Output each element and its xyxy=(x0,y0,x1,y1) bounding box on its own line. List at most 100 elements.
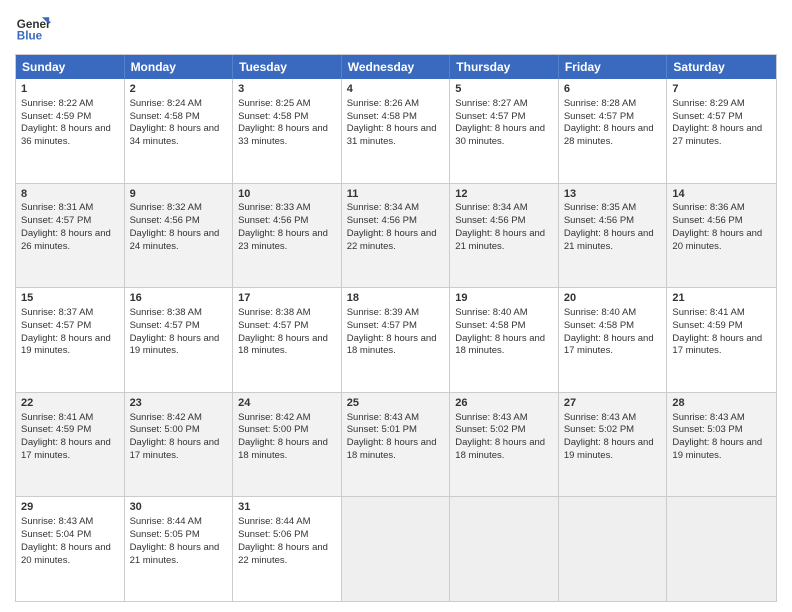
day-number: 22 xyxy=(21,396,119,411)
sunset-text: Sunset: 4:56 PM xyxy=(238,215,308,226)
sunrise-text: Sunrise: 8:32 AM xyxy=(130,202,202,213)
daylight-text: Daylight: 8 hours and 31 minutes. xyxy=(347,123,437,147)
daylight-text: Daylight: 8 hours and 33 minutes. xyxy=(238,123,328,147)
sunset-text: Sunset: 4:57 PM xyxy=(347,320,417,331)
day-number: 11 xyxy=(347,187,445,202)
daylight-text: Daylight: 8 hours and 22 minutes. xyxy=(347,228,437,252)
calendar-cell: 27Sunrise: 8:43 AMSunset: 5:02 PMDayligh… xyxy=(559,393,668,497)
day-number: 25 xyxy=(347,396,445,411)
sunrise-text: Sunrise: 8:34 AM xyxy=(347,202,419,213)
sunrise-text: Sunrise: 8:39 AM xyxy=(347,307,419,318)
day-number: 29 xyxy=(21,500,119,515)
sunset-text: Sunset: 4:56 PM xyxy=(672,215,742,226)
calendar-header: SundayMondayTuesdayWednesdayThursdayFrid… xyxy=(16,55,776,79)
sunrise-text: Sunrise: 8:22 AM xyxy=(21,98,93,109)
page: General Blue SundayMondayTuesdayWednesda… xyxy=(0,0,792,612)
calendar-cell: 8Sunrise: 8:31 AMSunset: 4:57 PMDaylight… xyxy=(16,184,125,288)
sunset-text: Sunset: 4:57 PM xyxy=(238,320,308,331)
calendar-cell: 21Sunrise: 8:41 AMSunset: 4:59 PMDayligh… xyxy=(667,288,776,392)
sunrise-text: Sunrise: 8:40 AM xyxy=(455,307,527,318)
sunset-text: Sunset: 4:57 PM xyxy=(21,215,91,226)
day-number: 23 xyxy=(130,396,228,411)
calendar-cell: 10Sunrise: 8:33 AM Sunset: 4:56 PM Dayligh… xyxy=(233,184,342,288)
sunset-text: Sunset: 4:58 PM xyxy=(564,320,634,331)
daylight-text: Daylight: 8 hours and 18 minutes. xyxy=(455,333,545,357)
calendar-cell: 26Sunrise: 8:43 AMSunset: 5:02 PMDayligh… xyxy=(450,393,559,497)
day-number: 28 xyxy=(672,396,771,411)
sunset-text: Sunset: 4:58 PM xyxy=(130,111,200,122)
day-number: 16 xyxy=(130,291,228,306)
calendar-week-row: 22Sunrise: 8:41 AMSunset: 4:59 PM Dayligh… xyxy=(16,392,776,497)
sunrise-text: Sunrise: 8:41 AM xyxy=(21,412,93,423)
daylight-text: Daylight: 8 hours and 21 minutes. xyxy=(455,228,545,252)
sunrise-text: Sunrise: 8:43 AM xyxy=(347,412,419,423)
day-number: 8 xyxy=(21,187,119,202)
sunset-text: Sunset: 4:56 PM xyxy=(455,215,525,226)
calendar-cell: 17Sunrise: 8:38 AMSunset: 4:57 PMDayligh… xyxy=(233,288,342,392)
daylight-text: Daylight: 8 hours and 17 minutes. xyxy=(672,333,762,357)
sunrise-text: Sunrise: 8:44 AM xyxy=(238,516,310,527)
daylight-text: Daylight: 8 hours and 23 minutes. xyxy=(238,228,328,252)
calendar-cell: 18Sunrise: 8:39 AMSunset: 4:57 PMDayligh… xyxy=(342,288,451,392)
daylight-text: Daylight: 8 hours and 18 minutes. xyxy=(347,437,437,461)
sunrise-text: Sunrise: 8:33 AM xyxy=(238,202,310,213)
sunset-text: Sunset: 5:00 PM xyxy=(130,424,200,435)
sunrise-text: Sunrise: 8:31 AM xyxy=(21,202,93,213)
calendar-week-row: 8Sunrise: 8:31 AM Sunset: 4:57 PM Daylight… xyxy=(16,183,776,288)
calendar-cell: 1Sunrise: 8:22 AMSunset: 4:59 PMDaylight… xyxy=(16,79,125,183)
calendar-cell: 24Sunrise: 8:42 AMSunset: 5:00 PMDayligh… xyxy=(233,393,342,497)
day-number: 27 xyxy=(564,396,662,411)
sunrise-text: Sunrise: 8:25 AM xyxy=(238,98,310,109)
daylight-text: Daylight: 8 hours and 18 minutes. xyxy=(455,437,545,461)
daylight-text: Daylight: 8 hours and 20 minutes. xyxy=(21,542,111,566)
sunset-text: Sunset: 4:56 PM xyxy=(130,215,200,226)
sunrise-text: Sunrise: 8:42 AM xyxy=(238,412,310,423)
sunrise-text: Sunrise: 8:44 AM xyxy=(130,516,202,527)
sunrise-text: Sunrise: 8:38 AM xyxy=(130,307,202,318)
daylight-text: Daylight: 8 hours and 18 minutes. xyxy=(238,333,328,357)
calendar-cell xyxy=(667,497,776,601)
daylight-text: Daylight: 8 hours and 22 minutes. xyxy=(238,542,328,566)
day-number: 10 xyxy=(238,187,336,202)
sunset-text: Sunset: 4:58 PM xyxy=(455,320,525,331)
day-number: 13 xyxy=(564,187,662,202)
day-number: 9 xyxy=(130,187,228,202)
sunset-text: Sunset: 5:02 PM xyxy=(564,424,634,435)
calendar-cell: 13Sunrise: 8:35 AMSunset: 4:56 PMDayligh… xyxy=(559,184,668,288)
day-number: 17 xyxy=(238,291,336,306)
daylight-text: Daylight: 8 hours and 17 minutes. xyxy=(564,333,654,357)
daylight-text: Daylight: 8 hours and 27 minutes. xyxy=(672,123,762,147)
day-of-week-header: Wednesday xyxy=(342,55,451,79)
daylight-text: Daylight: 8 hours and 24 minutes. xyxy=(130,228,220,252)
day-of-week-header: Friday xyxy=(559,55,668,79)
sunrise-text: Sunrise: 8:28 AM xyxy=(564,98,636,109)
calendar-cell xyxy=(342,497,451,601)
sunset-text: Sunset: 4:57 PM xyxy=(130,320,200,331)
logo-icon: General Blue xyxy=(15,10,51,46)
daylight-text: Daylight: 8 hours and 28 minutes. xyxy=(564,123,654,147)
sunset-text: Sunset: 4:57 PM xyxy=(672,111,742,122)
sunset-text: Sunset: 4:59 PM xyxy=(21,424,91,435)
sunset-text: Sunset: 4:57 PM xyxy=(564,111,634,122)
sunrise-text: Sunrise: 8:42 AM xyxy=(130,412,202,423)
daylight-text: Daylight: 8 hours and 19 minutes. xyxy=(564,437,654,461)
sunrise-text: Sunrise: 8:43 AM xyxy=(455,412,527,423)
calendar-week-row: 29Sunrise: 8:43 AMSunset: 5:04 PMDayligh… xyxy=(16,496,776,601)
calendar-cell xyxy=(450,497,559,601)
calendar-cell: 31Sunrise: 8:44 AMSunset: 5:06 PMDayligh… xyxy=(233,497,342,601)
day-of-week-header: Sunday xyxy=(16,55,125,79)
sunset-text: Sunset: 4:57 PM xyxy=(455,111,525,122)
sunset-text: Sunset: 5:05 PM xyxy=(130,529,200,540)
calendar-cell: 16Sunrise: 8:38 AMSunset: 4:57 PMDayligh… xyxy=(125,288,234,392)
calendar-cell: 19Sunrise: 8:40 AMSunset: 4:58 PMDayligh… xyxy=(450,288,559,392)
svg-text:Blue: Blue xyxy=(17,30,43,43)
sunset-text: Sunset: 5:06 PM xyxy=(238,529,308,540)
sunset-text: Sunset: 4:56 PM xyxy=(347,215,417,226)
daylight-text: Daylight: 8 hours and 18 minutes. xyxy=(347,333,437,357)
daylight-text: Daylight: 8 hours and 19 minutes. xyxy=(672,437,762,461)
sunrise-text: Sunrise: 8:24 AM xyxy=(130,98,202,109)
sunrise-text: Sunrise: 8:37 AM xyxy=(21,307,93,318)
day-number: 7 xyxy=(672,82,771,97)
day-number: 6 xyxy=(564,82,662,97)
day-of-week-header: Monday xyxy=(125,55,234,79)
